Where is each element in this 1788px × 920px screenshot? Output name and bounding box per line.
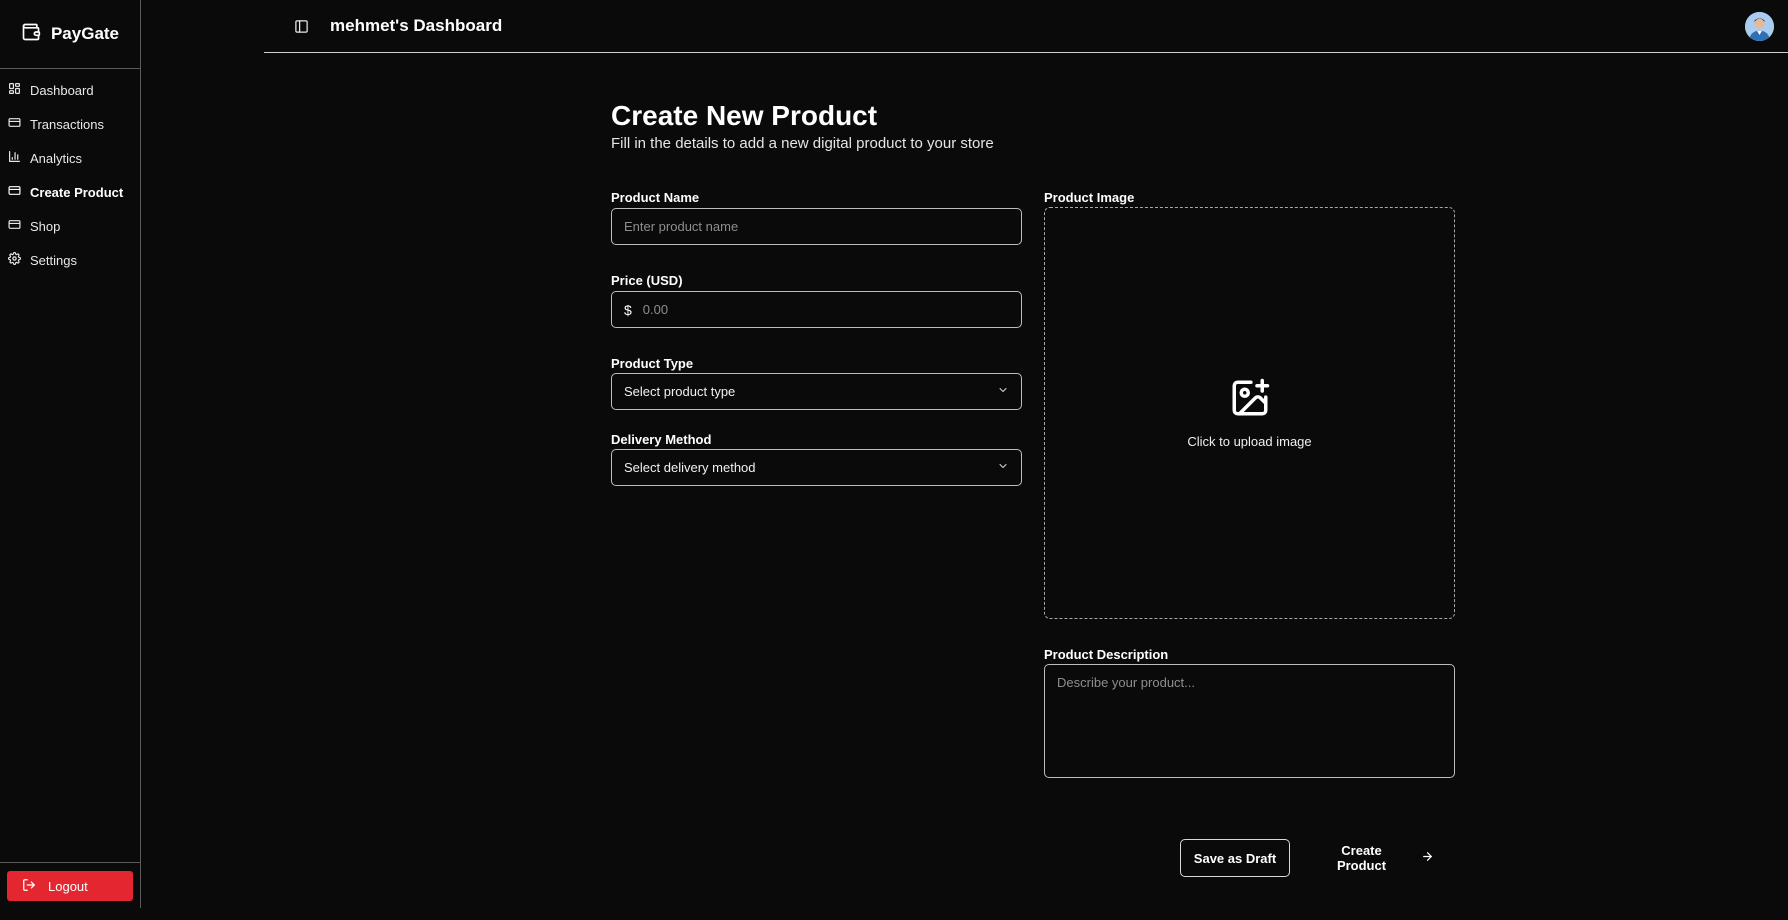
save-draft-button[interactable]: Save as Draft: [1180, 839, 1290, 877]
delivery-method-label: Delivery Method: [611, 432, 712, 447]
credit-card-icon: [8, 184, 21, 200]
sidebar-item-analytics[interactable]: Analytics: [0, 141, 140, 175]
brand-name: PayGate: [50, 24, 120, 43]
layout-grid-icon: [8, 82, 21, 98]
chevron-down-icon: [997, 460, 1009, 475]
sidebar-item-label: Dashboard: [30, 82, 94, 98]
dashboard-title: mehmet's Dashboard: [330, 16, 503, 35]
product-type-label: Product Type: [611, 356, 694, 371]
sidebar-item-label: Transactions: [30, 116, 104, 132]
credit-card-icon: [8, 116, 21, 132]
page-subtitle: Fill in the details to add a new digital…: [611, 135, 994, 152]
brand[interactable]: PayGate: [0, 0, 140, 69]
page-title: Create New Product: [611, 100, 878, 131]
avatar[interactable]: [1745, 12, 1774, 41]
credit-card-icon: [8, 218, 21, 234]
product-type-value: Select product type: [624, 384, 736, 399]
sidebar-nav: Dashboard Transactions Analytics Create …: [0, 69, 140, 277]
upload-text: Click to upload image: [1187, 434, 1312, 449]
sidebar-toggle-icon[interactable]: [293, 18, 309, 34]
logout-icon: [22, 878, 36, 895]
image-upload-area[interactable]: Click to upload image: [1044, 207, 1455, 619]
product-name-label: Product Name: [611, 190, 700, 205]
product-name-input[interactable]: [611, 208, 1022, 245]
product-description-label: Product Description: [1044, 647, 1169, 662]
sidebar-item-transactions[interactable]: Transactions: [0, 107, 140, 141]
sidebar-item-settings[interactable]: Settings: [0, 243, 140, 277]
sidebar-item-dashboard[interactable]: Dashboard: [0, 73, 140, 107]
gear-icon: [7, 251, 22, 268]
price-input[interactable]: [631, 292, 1021, 327]
product-image-label: Product Image: [1044, 190, 1135, 205]
image-plus-icon: [1229, 377, 1271, 424]
top-header: mehmet's Dashboard: [264, 0, 1788, 53]
product-type-select[interactable]: Select product type: [611, 373, 1022, 410]
sidebar-item-create-product[interactable]: Create Product: [0, 175, 140, 209]
delivery-method-select[interactable]: Select delivery method: [611, 449, 1022, 486]
sidebar-item-label: Shop: [30, 218, 61, 234]
create-product-label: Create Product: [1336, 843, 1387, 873]
sidebar-item-label: Settings: [30, 252, 77, 268]
sidebar: PayGate Dashboard Transactions Analytics…: [0, 0, 141, 908]
bar-chart-icon: [8, 150, 21, 166]
product-description-textarea[interactable]: [1044, 664, 1455, 778]
sidebar-item-shop[interactable]: Shop: [0, 209, 140, 243]
wallet-icon: [21, 22, 41, 47]
sidebar-item-label: Analytics: [30, 150, 83, 166]
currency-symbol: $: [624, 301, 632, 318]
logout-button[interactable]: Logout: [7, 871, 133, 901]
chevron-down-icon: [997, 384, 1009, 399]
sidebar-item-label: Create Product: [30, 184, 124, 200]
create-product-button[interactable]: Create Product: [1310, 839, 1440, 877]
arrow-right-icon: [1421, 850, 1434, 866]
price-field: $: [611, 291, 1022, 328]
delivery-method-value: Select delivery method: [624, 460, 756, 475]
price-label: Price (USD): [611, 273, 683, 288]
logout-label: Logout: [48, 878, 88, 894]
sidebar-footer: Logout: [0, 862, 140, 908]
